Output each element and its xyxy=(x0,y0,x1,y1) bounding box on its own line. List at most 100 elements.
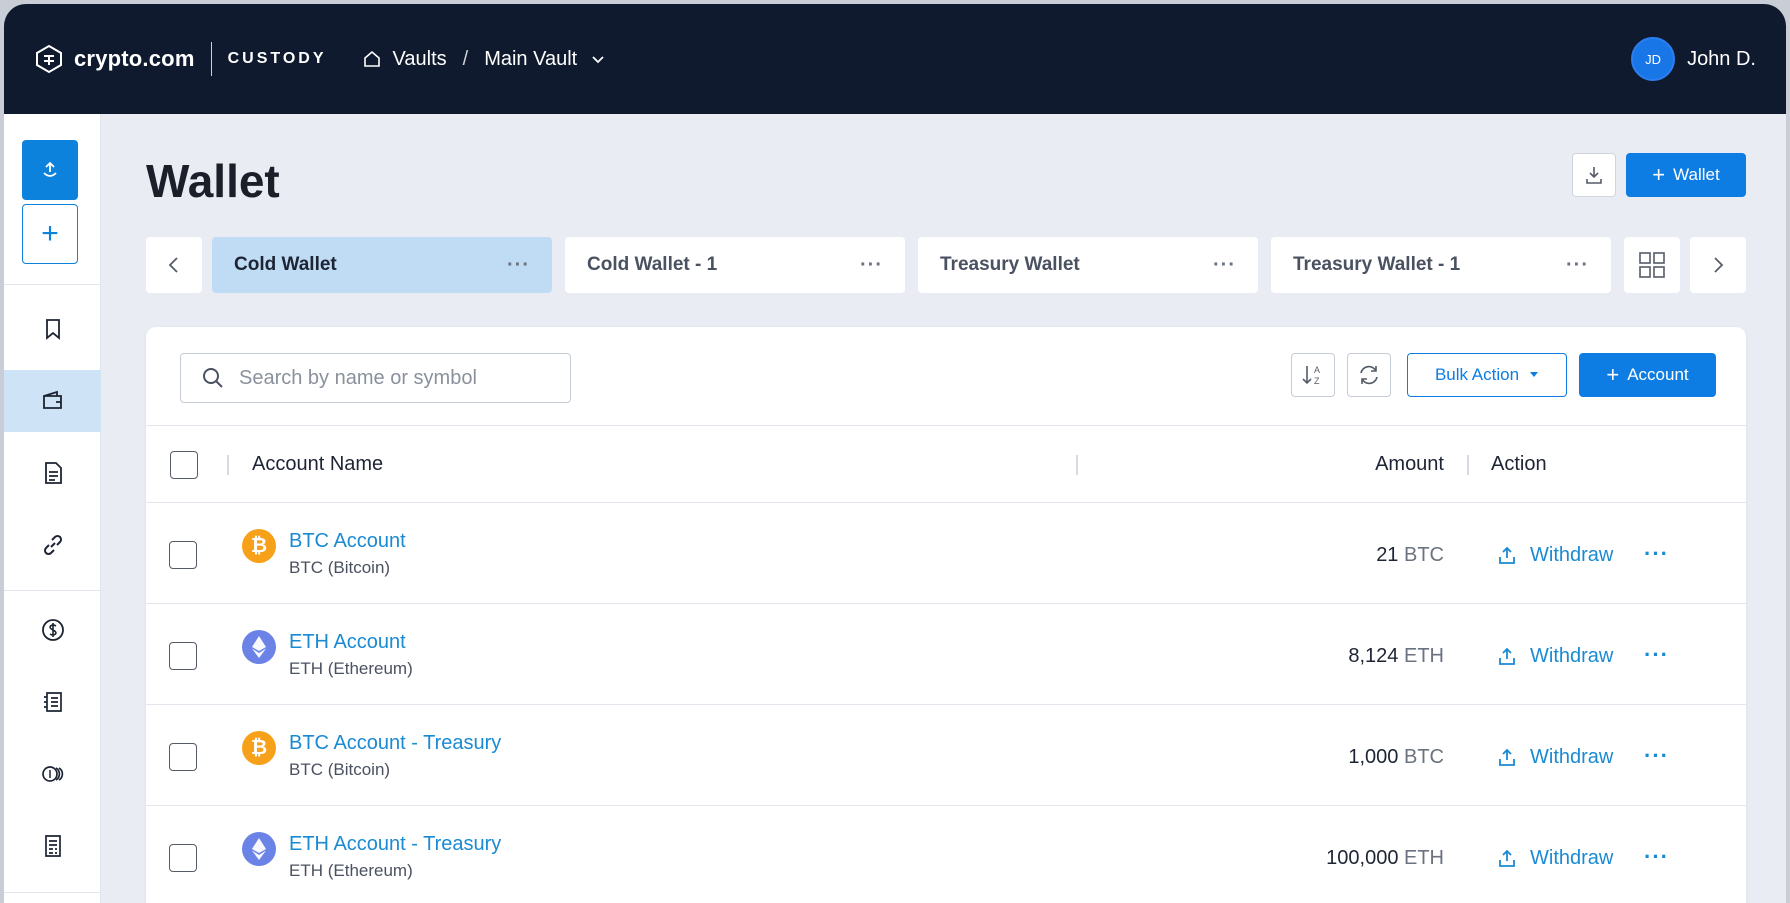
sidebar-item-coins[interactable] xyxy=(4,743,101,805)
user-menu[interactable]: JD John D. xyxy=(1631,37,1756,81)
account-name-link[interactable]: BTC Account - Treasury xyxy=(289,732,501,755)
dollar-circle-icon xyxy=(41,619,64,641)
column-separator[interactable] xyxy=(1467,455,1469,475)
ethereum-icon xyxy=(242,832,276,866)
sidebar-item-bookmarks[interactable] xyxy=(4,298,101,360)
sidebar-item-links[interactable] xyxy=(4,514,101,576)
page-title: Wallet xyxy=(146,155,280,207)
sidebar-item-documents[interactable] xyxy=(4,442,101,504)
row-checkbox[interactable] xyxy=(169,642,197,670)
table-row[interactable]: ₿ BTC Account - Treasury BTC (Bitcoin) 1… xyxy=(146,705,1746,806)
ethereum-icon xyxy=(242,630,276,664)
withdraw-icon xyxy=(1499,748,1515,766)
tab-more-icon[interactable]: ··· xyxy=(1213,254,1236,277)
withdraw-button[interactable]: Withdraw xyxy=(1496,847,1613,870)
bitcoin-icon: ₿ xyxy=(242,731,276,765)
search-icon xyxy=(203,368,223,388)
document-icon xyxy=(44,462,62,484)
breadcrumb-main-vault[interactable]: Main Vault xyxy=(484,48,577,71)
table-row[interactable]: ₿ BTC Account BTC (Bitcoin) 21 BTC Withd… xyxy=(146,503,1746,604)
user-name[interactable]: John D. xyxy=(1687,48,1756,71)
chevron-down-icon[interactable] xyxy=(589,50,607,68)
withdraw-button[interactable]: Withdraw xyxy=(1496,746,1613,769)
bookmark-icon xyxy=(45,319,60,340)
tab-more-icon[interactable]: ··· xyxy=(860,254,883,277)
add-account-button[interactable]: + Account xyxy=(1579,353,1716,397)
bulk-action-button[interactable]: Bulk Action xyxy=(1407,353,1567,397)
sidebar: + xyxy=(4,114,101,903)
search-input[interactable] xyxy=(239,366,539,390)
chevron-right-icon xyxy=(1714,257,1724,273)
row-more-icon[interactable]: ··· xyxy=(1644,743,1669,769)
tab-treasury-wallet-1[interactable]: Treasury Wallet - 1 ··· xyxy=(1271,237,1611,293)
row-checkbox[interactable] xyxy=(169,541,197,569)
row-checkbox[interactable] xyxy=(169,743,197,771)
amount-unit: ETH xyxy=(1404,645,1444,667)
tab-label: Treasury Wallet - 1 xyxy=(1293,254,1461,275)
svg-text:Z: Z xyxy=(1314,376,1320,386)
tab-scroll-right-button[interactable] xyxy=(1690,237,1746,293)
select-all-checkbox[interactable] xyxy=(170,451,198,479)
add-wallet-button[interactable]: + Wallet xyxy=(1626,153,1746,197)
accounts-card: A Z Bulk Action + Account Account Name A… xyxy=(146,327,1746,903)
amount-unit: BTC xyxy=(1404,544,1444,566)
download-button[interactable] xyxy=(1572,153,1616,197)
chevron-left-icon xyxy=(168,257,178,273)
row-more-icon[interactable]: ··· xyxy=(1644,642,1669,668)
sidebar-item-wallet[interactable] xyxy=(4,370,101,432)
account-name-link[interactable]: ETH Account - Treasury xyxy=(289,833,501,856)
amount-value: 100,000 xyxy=(1326,847,1399,869)
logo[interactable]: crypto.com CUSTODY xyxy=(34,42,327,76)
tab-treasury-wallet[interactable]: Treasury Wallet ··· xyxy=(918,237,1258,293)
breadcrumb-vaults[interactable]: Vaults xyxy=(393,48,447,71)
amount-value: 21 xyxy=(1376,544,1399,566)
logo-divider xyxy=(210,42,212,76)
search-box[interactable] xyxy=(180,353,571,403)
sidebar-item-ledger[interactable] xyxy=(4,671,101,733)
refresh-icon xyxy=(1360,365,1378,385)
bulk-action-label: Bulk Action xyxy=(1434,365,1520,384)
withdraw-button[interactable]: Withdraw xyxy=(1496,645,1613,668)
sidebar-divider xyxy=(4,284,101,285)
header-amount[interactable]: Amount xyxy=(1375,453,1444,476)
amount-unit: ETH xyxy=(1404,847,1444,869)
ledger-icon xyxy=(43,692,62,712)
account-amount: 21 BTC xyxy=(1376,544,1444,567)
table-row[interactable]: ETH Account ETH (Ethereum) 8,124 ETH Wit… xyxy=(146,604,1746,705)
tab-cold-wallet[interactable]: Cold Wallet ··· xyxy=(212,237,552,293)
account-name-link[interactable]: BTC Account xyxy=(289,530,406,553)
sidebar-add-button[interactable]: + xyxy=(22,204,78,264)
tab-more-icon[interactable]: ··· xyxy=(507,254,530,277)
row-more-icon[interactable]: ··· xyxy=(1644,541,1669,567)
sort-button[interactable]: A Z xyxy=(1291,353,1335,397)
tab-label: Cold Wallet xyxy=(234,254,337,275)
logo-text: crypto.com xyxy=(74,46,195,71)
sidebar-transfer-button[interactable] xyxy=(22,140,78,200)
account-name-link[interactable]: ETH Account xyxy=(289,631,406,654)
tab-more-icon[interactable]: ··· xyxy=(1566,254,1589,277)
upload-icon xyxy=(43,161,57,177)
account-amount: 100,000 ETH xyxy=(1326,847,1444,870)
row-checkbox[interactable] xyxy=(169,844,197,872)
column-separator[interactable] xyxy=(1076,455,1078,475)
tab-cold-wallet-1[interactable]: Cold Wallet - 1 ··· xyxy=(565,237,905,293)
home-icon[interactable] xyxy=(363,50,381,68)
app-window: crypto.com CUSTODY Vaults / Main Vault J… xyxy=(4,4,1786,903)
grid-icon xyxy=(1639,252,1665,278)
table-row[interactable]: ETH Account - Treasury ETH (Ethereum) 10… xyxy=(146,806,1746,903)
header-account-name[interactable]: Account Name xyxy=(252,453,383,476)
sidebar-item-finance[interactable] xyxy=(4,599,101,661)
sidebar-item-reports[interactable] xyxy=(4,815,101,877)
withdraw-button[interactable]: Withdraw xyxy=(1496,544,1613,567)
tab-grid-view-button[interactable] xyxy=(1624,237,1680,293)
report-icon xyxy=(44,835,61,857)
withdraw-icon xyxy=(1499,849,1515,867)
amount-value: 8,124 xyxy=(1348,645,1399,667)
account-amount: 8,124 ETH xyxy=(1348,645,1444,668)
account-asset: ETH (Ethereum) xyxy=(289,861,413,880)
tab-scroll-left-button[interactable] xyxy=(146,237,202,293)
avatar[interactable]: JD xyxy=(1631,37,1676,81)
row-more-icon[interactable]: ··· xyxy=(1644,844,1669,870)
wallet-icon xyxy=(42,390,62,409)
refresh-button[interactable] xyxy=(1347,353,1391,397)
